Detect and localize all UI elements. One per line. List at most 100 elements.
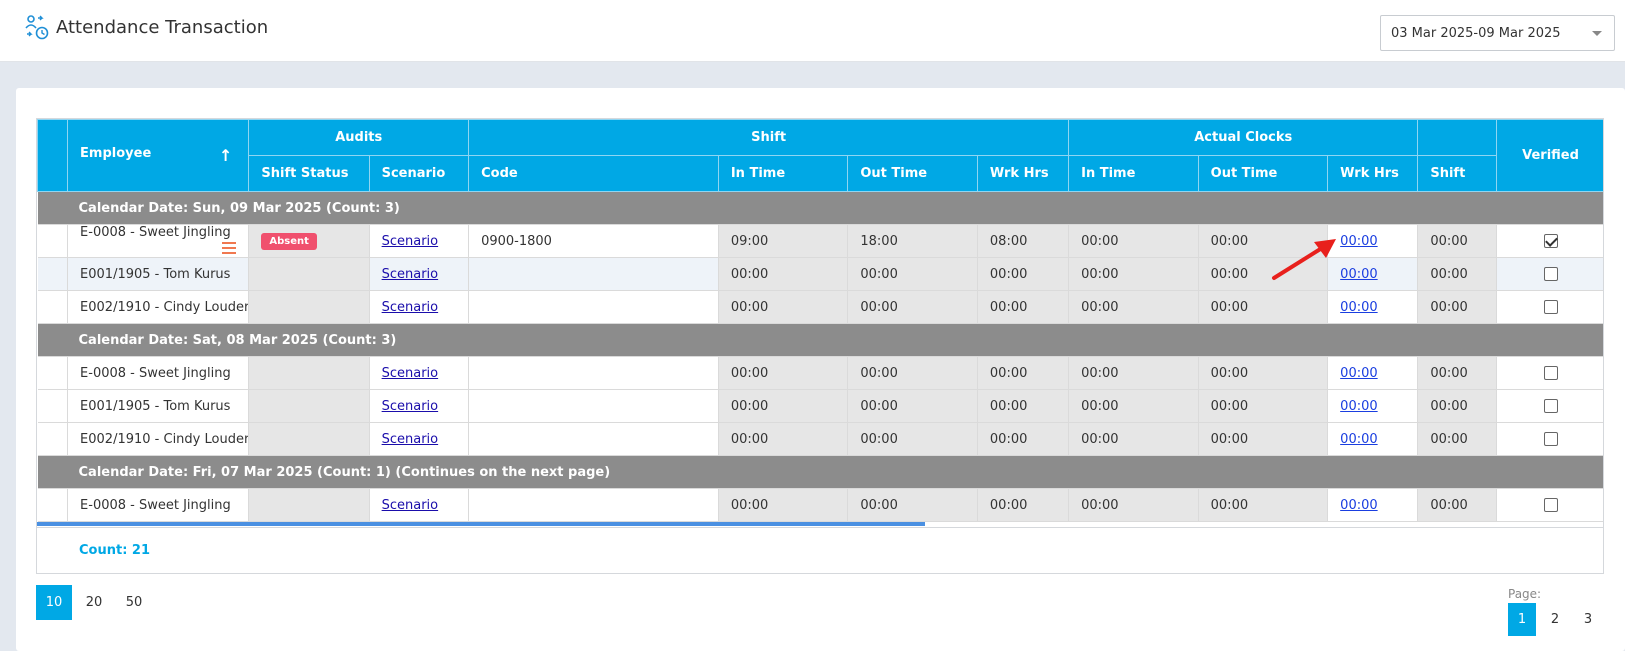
verified-checkbox[interactable] bbox=[1543, 267, 1558, 281]
page-title: Attendance Transaction bbox=[56, 17, 269, 38]
actual-wrk-hrs-link[interactable]: 00:00 bbox=[1340, 432, 1377, 447]
audits-header: Audits bbox=[248, 119, 470, 156]
actual-shift-cell: 00:00 bbox=[1417, 257, 1498, 291]
shift-status-cell bbox=[248, 290, 370, 324]
page-button-1[interactable]: 1 bbox=[1508, 603, 1536, 636]
scenario-link[interactable]: Scenario bbox=[382, 234, 439, 249]
employee-header[interactable]: Employee ↑ bbox=[67, 119, 250, 192]
sort-arrow-up-icon[interactable]: ↑ bbox=[219, 146, 232, 165]
table-row[interactable]: E002/1910 - Cindy Louder Scenario 00:00 00:… bbox=[37, 422, 1603, 456]
horizontal-scrollbar[interactable] bbox=[37, 522, 925, 526]
actual-out-time-cell: 00:00 bbox=[1197, 290, 1329, 324]
scenario-link[interactable]: Scenario bbox=[382, 432, 439, 447]
verified-checkbox[interactable] bbox=[1543, 399, 1558, 413]
shift-code-cell[interactable] bbox=[468, 488, 719, 522]
row-select-cell[interactable] bbox=[37, 422, 69, 456]
actual-shift-cell: 00:00 bbox=[1417, 488, 1498, 522]
employee-cell: E002/1910 - Cindy Louder bbox=[67, 422, 250, 456]
table-row[interactable]: E002/1910 - Cindy Louder Scenario 00:00 00:… bbox=[37, 290, 1603, 324]
shift-code-cell[interactable] bbox=[468, 257, 719, 291]
page-size-50[interactable]: 50 bbox=[116, 585, 152, 620]
scenario-link[interactable]: Scenario bbox=[382, 399, 439, 414]
verified-header[interactable]: Verified bbox=[1496, 119, 1603, 192]
row-select-cell[interactable] bbox=[37, 257, 69, 291]
actual-wrk-hrs-header[interactable]: Wrk Hrs bbox=[1327, 155, 1419, 192]
employee-name: E002/1910 - Cindy Louder bbox=[80, 299, 249, 315]
shift-wrk-hrs-cell: 00:00 bbox=[976, 356, 1070, 390]
scenario-link[interactable]: Scenario bbox=[382, 366, 439, 381]
table-row[interactable]: E-0008 - Sweet Jingling Scenario 00:00 00:0… bbox=[37, 488, 1603, 522]
verified-checkbox[interactable] bbox=[1543, 234, 1558, 248]
shift-out-time-cell: 00:00 bbox=[847, 422, 978, 456]
row-select-cell[interactable] bbox=[37, 389, 69, 423]
calendar-date-group-row[interactable]: Calendar Date: Sat, 08 Mar 2025 (Count: … bbox=[37, 323, 1603, 357]
table-row[interactable]: E-0008 - Sweet Jingling Absent Scenario 090… bbox=[37, 224, 1603, 258]
wrk-hrs-header[interactable]: Wrk Hrs bbox=[976, 155, 1070, 192]
actual-wrk-hrs-link[interactable]: 00:00 bbox=[1340, 399, 1377, 414]
verified-checkbox[interactable] bbox=[1543, 432, 1558, 446]
employee-cell: E-0008 - Sweet Jingling bbox=[67, 356, 250, 390]
in-time-header[interactable]: In Time bbox=[717, 155, 849, 192]
verified-checkbox[interactable] bbox=[1543, 498, 1558, 512]
calendar-date-label: Calendar Date: Sat, 08 Mar 2025 (Count: … bbox=[37, 323, 1603, 357]
actual-out-time-cell: 00:00 bbox=[1197, 389, 1329, 423]
actual-out-time-cell: 00:00 bbox=[1197, 422, 1329, 456]
scenario-cell: Scenario bbox=[368, 257, 470, 291]
out-time-header[interactable]: Out Time bbox=[847, 155, 978, 192]
actual-wrk-hrs-cell: 00:00 bbox=[1327, 224, 1419, 258]
page-size-20[interactable]: 20 bbox=[76, 585, 112, 620]
shift-out-time-cell: 00:00 bbox=[847, 356, 978, 390]
verified-checkbox[interactable] bbox=[1543, 366, 1558, 380]
actual-shift-header[interactable]: Shift bbox=[1417, 155, 1498, 192]
shift-header: Shift bbox=[468, 119, 1070, 156]
employee-cell: E002/1910 - Cindy Louder bbox=[67, 290, 250, 324]
verified-checkbox[interactable] bbox=[1543, 300, 1558, 314]
actual-out-time-header[interactable]: Out Time bbox=[1197, 155, 1329, 192]
table-row[interactable]: E001/1905 - Tom Kurus Scenario 00:00 00:00 0… bbox=[37, 389, 1603, 423]
actual-wrk-hrs-cell: 00:00 bbox=[1327, 356, 1419, 390]
page-header: Attendance Transaction 03 Mar 2025-09 Ma… bbox=[0, 0, 1625, 62]
shift-in-time-cell: 00:00 bbox=[717, 488, 849, 522]
row-select-cell[interactable] bbox=[37, 224, 69, 258]
table-row[interactable]: E001/1905 - Tom Kurus Scenario 00:00 00:00 0… bbox=[37, 257, 1603, 291]
shift-wrk-hrs-cell: 00:00 bbox=[976, 290, 1070, 324]
table-row[interactable]: E-0008 - Sweet Jingling Scenario 00:00 00:0… bbox=[37, 356, 1603, 390]
actual-in-time-header[interactable]: In Time bbox=[1068, 155, 1199, 192]
shift-wrk-hrs-cell: 00:00 bbox=[976, 257, 1070, 291]
hamburger-menu-icon[interactable] bbox=[222, 242, 237, 257]
date-range-select[interactable]: 03 Mar 2025-09 Mar 2025 bbox=[1380, 15, 1615, 51]
date-range-value: 03 Mar 2025-09 Mar 2025 bbox=[1391, 26, 1561, 41]
actual-wrk-hrs-link[interactable]: 00:00 bbox=[1340, 234, 1377, 249]
page-size-10[interactable]: 10 bbox=[36, 585, 72, 620]
scenario-link[interactable]: Scenario bbox=[382, 300, 439, 315]
actual-wrk-hrs-link[interactable]: 00:00 bbox=[1340, 366, 1377, 381]
shift-code-cell[interactable] bbox=[468, 389, 719, 423]
verified-cell bbox=[1496, 356, 1603, 390]
calendar-date-group-row[interactable]: Calendar Date: Fri, 07 Mar 2025 (Count: … bbox=[37, 455, 1603, 489]
actual-wrk-hrs-cell: 00:00 bbox=[1327, 389, 1419, 423]
chevron-down-icon bbox=[1592, 31, 1602, 36]
row-select-cell[interactable] bbox=[37, 290, 69, 324]
page-button-2[interactable]: 2 bbox=[1541, 603, 1569, 636]
code-header[interactable]: Code bbox=[468, 155, 719, 192]
divider bbox=[37, 527, 1604, 528]
shift-code-cell[interactable] bbox=[468, 356, 719, 390]
actual-wrk-hrs-link[interactable]: 00:00 bbox=[1340, 300, 1377, 315]
actual-wrk-hrs-link[interactable]: 00:00 bbox=[1340, 498, 1377, 513]
scenario-header[interactable]: Scenario bbox=[368, 155, 470, 192]
shift-code-cell[interactable]: 0900-1800 bbox=[468, 224, 719, 258]
shift-code-cell[interactable] bbox=[468, 422, 719, 456]
scenario-link[interactable]: Scenario bbox=[382, 267, 439, 282]
shift-in-time-cell: 09:00 bbox=[717, 224, 849, 258]
row-select-cell[interactable] bbox=[37, 356, 69, 390]
page-button-3[interactable]: 3 bbox=[1574, 603, 1602, 636]
shift-status-header[interactable]: Shift Status bbox=[248, 155, 370, 192]
actual-wrk-hrs-link[interactable]: 00:00 bbox=[1340, 267, 1377, 282]
employee-cell: E001/1905 - Tom Kurus bbox=[67, 389, 250, 423]
calendar-date-group-row[interactable]: Calendar Date: Sun, 09 Mar 2025 (Count: … bbox=[37, 191, 1603, 225]
shift-wrk-hrs-cell: 00:00 bbox=[976, 389, 1070, 423]
scenario-link[interactable]: Scenario bbox=[382, 498, 439, 513]
row-select-cell[interactable] bbox=[37, 488, 69, 522]
shift-wrk-hrs-cell: 00:00 bbox=[976, 422, 1070, 456]
shift-code-cell[interactable] bbox=[468, 290, 719, 324]
